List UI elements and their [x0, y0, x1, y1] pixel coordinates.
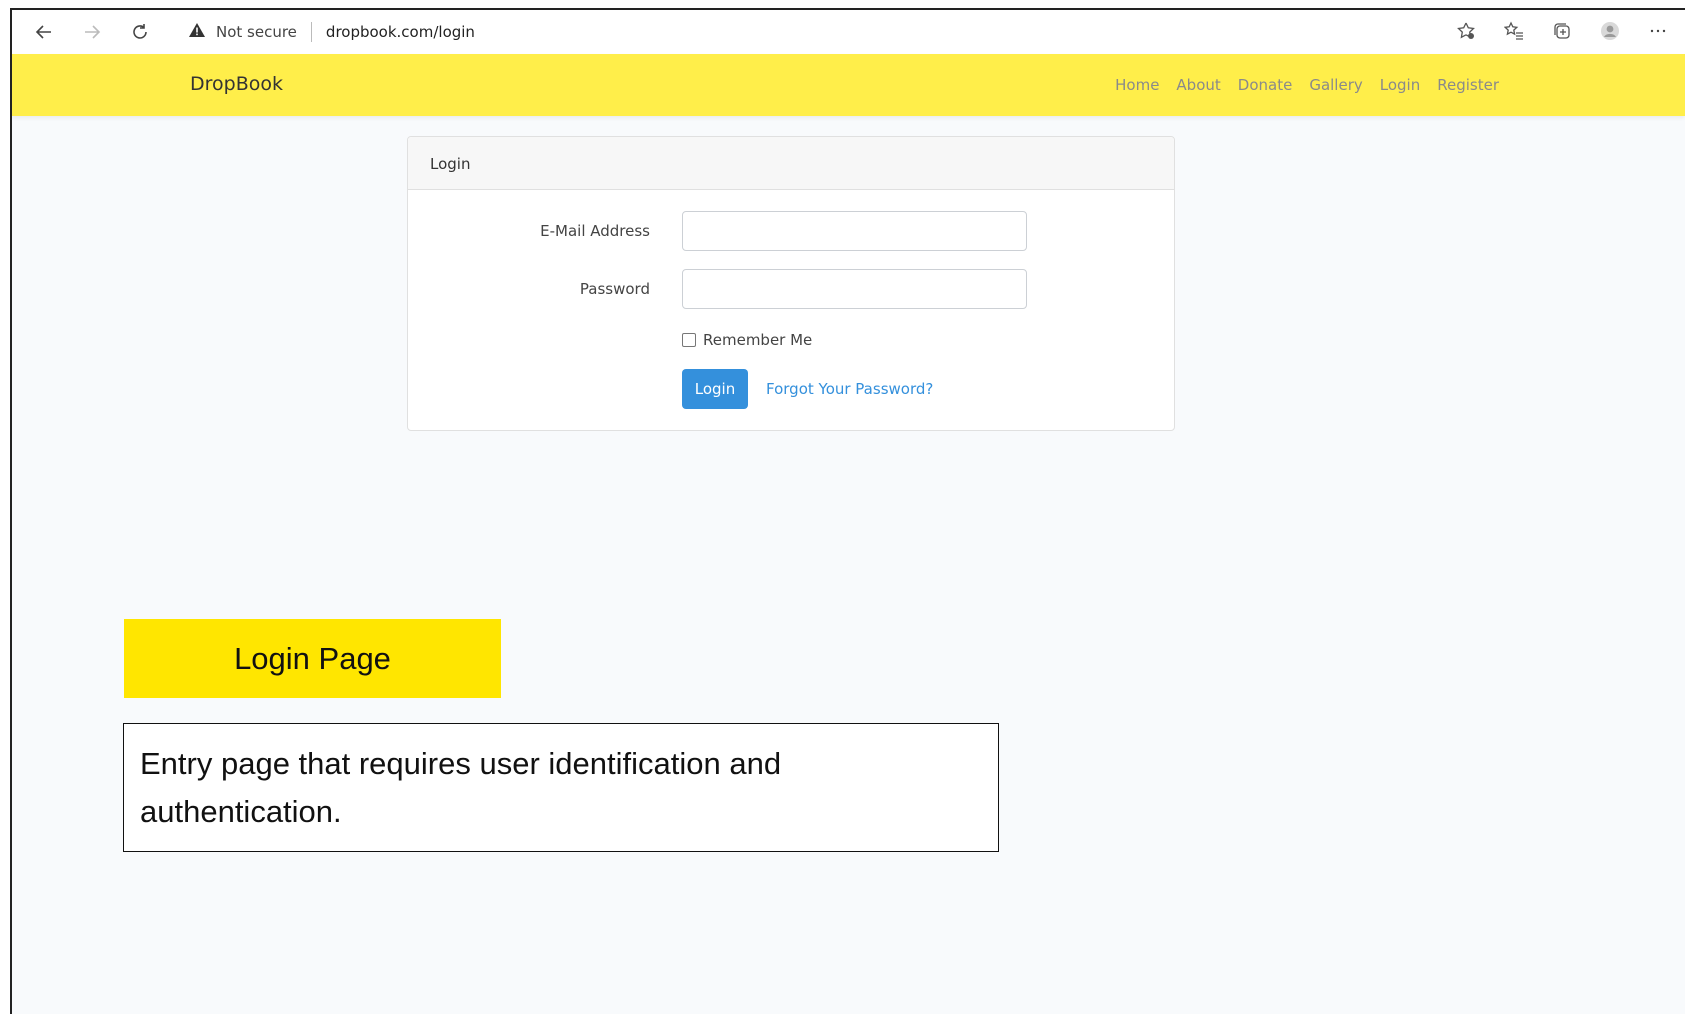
- email-row: E-Mail Address: [408, 211, 1174, 251]
- favorites-list-icon: [1504, 21, 1523, 40]
- arrow-left-icon: [35, 25, 51, 39]
- refresh-button[interactable]: [126, 18, 154, 46]
- nav-login[interactable]: Login: [1380, 76, 1420, 94]
- url-text[interactable]: dropbook.com/login: [326, 23, 475, 41]
- address-bar[interactable]: Not secure dropbook.com/login: [188, 16, 475, 48]
- refresh-icon: [133, 24, 147, 39]
- login-submit-button[interactable]: Login: [682, 369, 748, 409]
- forward-button[interactable]: [78, 18, 106, 46]
- forgot-password-link[interactable]: Forgot Your Password?: [766, 380, 933, 398]
- nav-home[interactable]: Home: [1115, 76, 1159, 94]
- nav-links: Home About Donate Gallery Login Register: [1115, 76, 1499, 94]
- nav-donate[interactable]: Donate: [1238, 76, 1293, 94]
- favorites-button[interactable]: [1501, 18, 1527, 44]
- email-label: E-Mail Address: [540, 222, 650, 240]
- site-brand-link[interactable]: DropBook: [190, 73, 283, 95]
- avatar-icon: [1601, 22, 1619, 40]
- password-row: Password: [408, 269, 1174, 309]
- back-button[interactable]: [30, 18, 58, 46]
- browser-actions: [1453, 18, 1671, 44]
- browser-toolbar: Not secure dropbook.com/login: [12, 10, 1685, 54]
- nav-gallery[interactable]: Gallery: [1309, 76, 1362, 94]
- remember-me-checkbox[interactable]: [682, 333, 696, 347]
- more-menu-button[interactable]: [1645, 18, 1671, 44]
- profile-button[interactable]: [1597, 18, 1623, 44]
- annotation-title: Login Page: [124, 619, 501, 698]
- arrow-right-icon: [85, 25, 101, 39]
- password-input[interactable]: [682, 269, 1027, 309]
- email-input[interactable]: [682, 211, 1027, 251]
- warning-icon: [188, 22, 206, 42]
- collections-icon: [1554, 23, 1570, 39]
- star-add-icon: [1457, 22, 1475, 39]
- site-navbar: DropBook Home About Donate Gallery Login…: [12, 54, 1685, 116]
- remember-me-row: Remember Me: [682, 331, 812, 349]
- nav-about[interactable]: About: [1176, 76, 1220, 94]
- screenshot-frame: Not secure dropbook.com/login DropBook H…: [10, 8, 1685, 1014]
- nav-register[interactable]: Register: [1437, 76, 1499, 94]
- more-dots-icon: [1650, 29, 1666, 33]
- collections-button[interactable]: [1549, 18, 1575, 44]
- password-label: Password: [579, 280, 650, 298]
- remember-me-label[interactable]: Remember Me: [703, 331, 812, 349]
- card-header: Login: [408, 137, 1174, 190]
- login-card: Login E-Mail Address Password Remember M…: [407, 136, 1175, 431]
- add-favorite-button[interactable]: [1453, 18, 1479, 44]
- security-indicator[interactable]: Not secure: [216, 23, 297, 41]
- address-divider: [310, 22, 312, 42]
- annotation-description: Entry page that requires user identifica…: [123, 723, 999, 852]
